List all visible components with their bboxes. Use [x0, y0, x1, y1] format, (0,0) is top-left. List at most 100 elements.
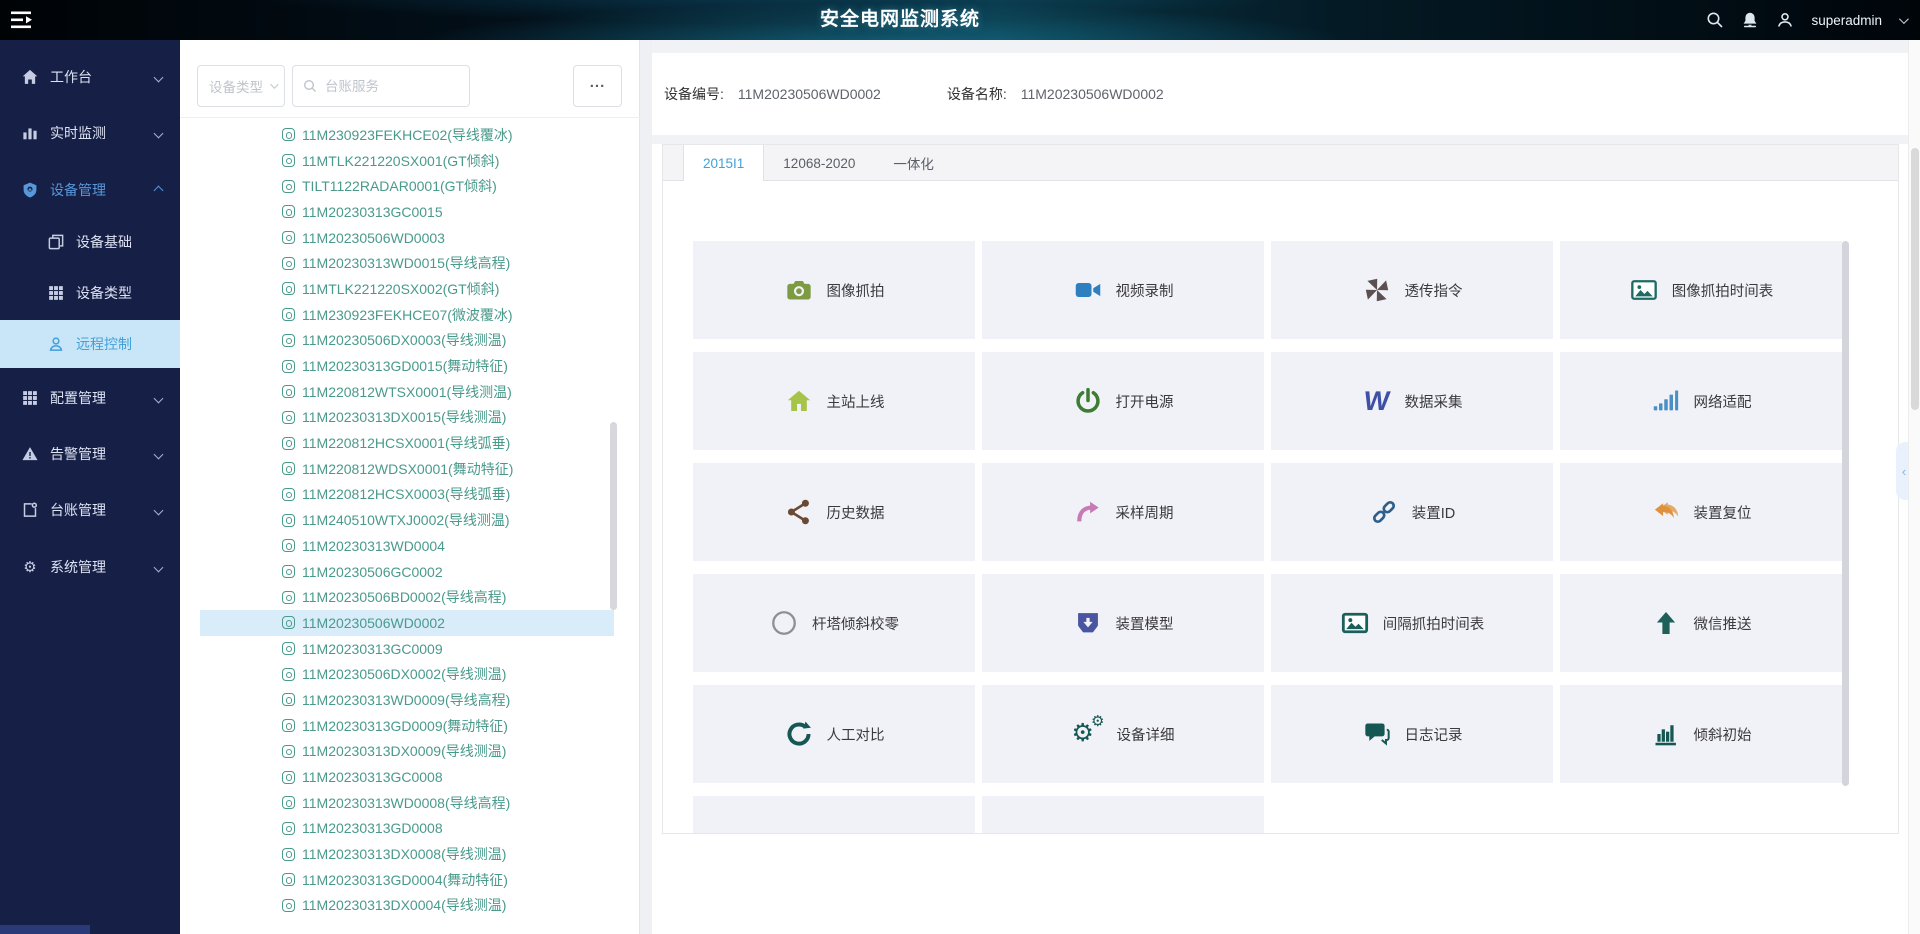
device-search-box[interactable] [292, 65, 470, 107]
action-device-model[interactable]: 装置模型 [982, 574, 1264, 672]
device-list-item[interactable]: 11M20230313GD0009(舞动特征) [200, 713, 614, 739]
grid-scrollbar[interactable] [1842, 241, 1849, 786]
notification-icon[interactable] [1741, 11, 1759, 29]
device-icon [282, 616, 295, 629]
action-passthrough-command[interactable]: 透传指令 [1271, 241, 1553, 339]
device-list-item[interactable]: 11M20230313DX0008(导线测温) [200, 841, 614, 867]
device-no-label: 设备编号: [664, 84, 724, 104]
device-list-item[interactable]: 11M20230506GC0002 [200, 559, 614, 585]
device-list-item[interactable]: TILT1122RADAR0001(GT倾斜) [200, 173, 614, 199]
device-list-item[interactable]: 11M20230313WD0008(导线高程) [200, 790, 614, 816]
device-list-item[interactable]: 11M20230313WD0015(导线高程) [200, 250, 614, 276]
device-list-item[interactable]: 11M20230313DX0009(导线测温) [200, 739, 614, 765]
sidebar-item-config-management[interactable]: 配置管理 [0, 376, 180, 420]
device-list-item[interactable]: 11M20230506DX0002(导线测温) [200, 661, 614, 687]
device-list-item[interactable]: 11M20230313GD0004(舞动特征) [200, 867, 614, 893]
sidebar-item-workbench[interactable]: 工作台 [0, 55, 180, 99]
action-data-collection[interactable]: W 数据采集 [1271, 352, 1553, 450]
device-list-item[interactable]: 11M20230313DX0015(导线测温) [200, 405, 614, 431]
action-image-capture-schedule[interactable]: 图像抓拍时间表 [1560, 241, 1842, 339]
tab-2015I1[interactable]: 2015I1 [683, 145, 764, 181]
device-list-item[interactable]: 11M220812WDSX0001(舞动特征) [200, 456, 614, 482]
page-scrollbar[interactable] [1908, 40, 1920, 934]
action-device-id[interactable]: 装置ID [1271, 463, 1553, 561]
device-list-item[interactable]: 11M20230313WD0004 [200, 533, 614, 559]
device-icon [282, 565, 295, 578]
sidebar-item-device-type[interactable]: 设备类型 [0, 271, 180, 315]
device-icon [282, 257, 295, 270]
sidebar-item-remote-control[interactable]: 远程控制 [0, 320, 180, 368]
device-list-item[interactable]: 11MTLK221220SX002(GT倾斜) [200, 276, 614, 302]
action-label: 杆塔倾斜校零 [812, 613, 899, 634]
more-options-button[interactable]: ... [573, 65, 622, 107]
device-list-item[interactable]: 11M20230313GD0015(舞动特征) [200, 353, 614, 379]
device-list-item[interactable]: 11M20230313GC0008 [200, 764, 614, 790]
sidebar-item-label: 系统管理 [50, 557, 106, 577]
action-label: 视频录制 [1116, 280, 1174, 301]
device-list-item[interactable]: 11M230923FEKHCE02(导线覆冰) [200, 122, 614, 148]
device-list-item[interactable]: 11M230923FEKHCE07(微波覆冰) [200, 302, 614, 328]
device-label: 11M20230313WD0015(导线高程) [302, 253, 510, 273]
action-tower-tilt-zero[interactable]: 杆塔倾斜校零 [693, 574, 975, 672]
device-list-scrollbar[interactable] [610, 422, 617, 610]
action-interval-capture-schedule[interactable]: 间隔抓拍时间表 [1271, 574, 1553, 672]
device-icon [282, 771, 295, 784]
sidebar-item-alarm-management[interactable]: 告警管理 [0, 432, 180, 476]
tab-integrated[interactable]: 一体化 [874, 145, 953, 181]
action-power-on[interactable]: 打开电源 [982, 352, 1264, 450]
action-image-capture[interactable]: 图像抓拍 [693, 241, 975, 339]
chevron-down-icon[interactable] [1899, 14, 1909, 24]
device-list-item[interactable]: 11M20230506BD0002(导线高程) [200, 584, 614, 610]
action-card-partial[interactable] [693, 796, 975, 834]
action-wechat-push[interactable]: 微信推送 [1560, 574, 1842, 672]
action-manual-compare[interactable]: 人工对比 [693, 685, 975, 783]
sidebar-item-system-management[interactable]: ⚙ 系统管理 [0, 545, 180, 589]
action-tilt-initial[interactable]: 倾斜初始 [1560, 685, 1842, 783]
device-list-item[interactable]: 11M20230506WD0002 [200, 610, 614, 636]
action-log-record[interactable]: 日志记录 [1271, 685, 1553, 783]
search-icon[interactable] [1706, 11, 1724, 29]
sidebar-item-ledger-management[interactable]: 台账管理 [0, 488, 180, 532]
device-list-item[interactable]: 11M20230313DX0004(导线测温) [200, 893, 614, 919]
sidebar-item-device-management[interactable]: 设备管理 [0, 168, 180, 212]
action-sampling-period[interactable]: 采样周期 [982, 463, 1264, 561]
device-type-select[interactable]: 设备类型 [197, 65, 285, 107]
device-list-item[interactable]: 11M20230313GD0008 [200, 816, 614, 842]
action-video-record[interactable]: 视频录制 [982, 241, 1264, 339]
device-list-item[interactable]: 11M220812WTSX0001(导线测温) [200, 379, 614, 405]
device-list-item[interactable]: 11MTLK221220SX001(GT倾斜) [200, 148, 614, 174]
device-list-item[interactable]: 11M220812HCSX0003(导线弧垂) [200, 482, 614, 508]
arrow-up-icon [1651, 608, 1681, 638]
topbar-actions: superadmin [1706, 0, 1906, 40]
device-list-item[interactable]: 11M20230313WD0009(导线高程) [200, 687, 614, 713]
sidebar-item-label: 设备管理 [50, 180, 106, 200]
action-history-data[interactable]: 历史数据 [693, 463, 975, 561]
action-label: 人工对比 [827, 724, 885, 745]
user-icon[interactable] [1776, 11, 1794, 29]
username[interactable]: superadmin [1811, 13, 1882, 28]
device-list: 11M230923FEKHCE02(导线覆冰) 11MTLK221220SX00… [180, 122, 640, 934]
device-list-item[interactable]: 11M220812HCSX0001(导线弧垂) [200, 430, 614, 456]
action-network-adapt[interactable]: 网络适配 [1560, 352, 1842, 450]
action-master-station-online[interactable]: 主站上线 [693, 352, 975, 450]
action-device-detail[interactable]: ⚙⚙ 设备详细 [982, 685, 1264, 783]
device-list-item[interactable]: 11M240510WTXJ0002(导线测温) [200, 507, 614, 533]
refresh-icon [784, 719, 814, 749]
action-device-reset[interactable]: 装置复位 [1560, 463, 1842, 561]
device-label: 11M20230506GC0002 [302, 564, 443, 580]
device-list-item[interactable]: 11M20230313GC0009 [200, 636, 614, 662]
device-icon [282, 668, 295, 681]
device-list-item[interactable]: 11M20230506DX0003(导线测温) [200, 328, 614, 354]
menu-toggle-icon[interactable] [10, 9, 36, 31]
tab-12068-2020[interactable]: 12068-2020 [764, 145, 874, 181]
device-list-item[interactable]: 11M20230506WD0003 [200, 225, 614, 251]
device-list-item[interactable]: 11M20230313GC0015 [200, 199, 614, 225]
sidebar-item-device-basic[interactable]: 设备基础 [0, 220, 180, 264]
device-search-input[interactable] [325, 79, 455, 94]
sidebar-item-label: 远程控制 [76, 334, 132, 354]
device-label: 11M20230313GD0008 [302, 820, 443, 836]
action-card-partial[interactable] [982, 796, 1264, 834]
device-label: 11M20230313DX0009(导线测温) [302, 741, 506, 761]
page-scrollbar-thumb[interactable] [1911, 148, 1919, 410]
sidebar-item-realtime-monitor[interactable]: 实时监测 [0, 111, 180, 155]
